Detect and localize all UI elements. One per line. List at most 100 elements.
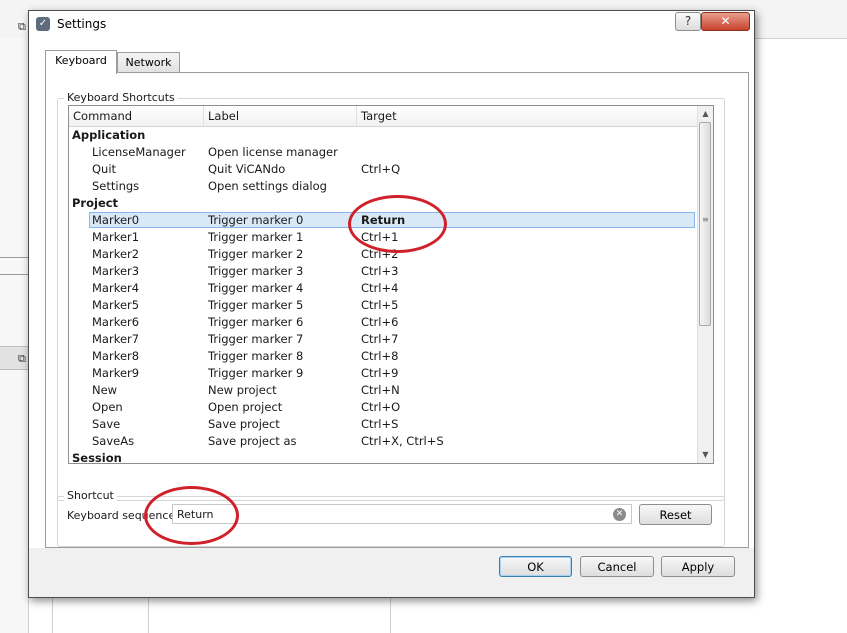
command-cell: Marker7 — [92, 332, 140, 346]
annotation-ellipse — [348, 195, 447, 253]
background-divider — [390, 596, 391, 633]
tree-rows: Application LicenseManager Open license m… — [69, 127, 697, 464]
tab-keyboard[interactable]: Keyboard — [45, 50, 117, 74]
background-divider — [0, 274, 28, 275]
apply-button[interactable]: Apply — [661, 556, 735, 577]
label-cell: Trigger marker 3 — [208, 264, 304, 278]
target-cell: Ctrl+6 — [361, 315, 399, 329]
restore-icon[interactable]: ⧉ — [18, 352, 26, 366]
background-divider — [52, 596, 53, 633]
command-cell: LicenseManager — [92, 145, 186, 159]
label-cell: Trigger marker 1 — [208, 230, 304, 244]
tree-row[interactable]: Marker8 Trigger marker 8 Ctrl+8 — [69, 348, 697, 365]
tree-row[interactable]: Marker5 Trigger marker 5 Ctrl+5 — [69, 297, 697, 314]
column-header-target[interactable]: Target — [357, 106, 697, 126]
label-cell: Trigger marker 7 — [208, 332, 304, 346]
command-cell: Marker5 — [92, 298, 140, 312]
scroll-down-arrow-icon[interactable]: ▼ — [698, 448, 713, 462]
target-cell: Ctrl+5 — [361, 298, 399, 312]
command-cell: Settings — [92, 179, 140, 193]
close-button[interactable]: ✕ — [701, 12, 750, 31]
target-cell: Ctrl+S — [361, 417, 399, 431]
group-title: Keyboard Shortcuts — [64, 91, 178, 104]
clear-icon[interactable]: ✕ — [613, 508, 626, 521]
group-name: Application — [72, 128, 146, 142]
label-cell: Trigger marker 6 — [208, 315, 304, 329]
tab-network[interactable]: Network — [117, 52, 180, 74]
dialog-body: Keyboard Network Keyboard Shortcuts Comm… — [45, 39, 749, 548]
target-cell: Ctrl+N — [361, 383, 400, 397]
command-cell: Marker4 — [92, 281, 140, 295]
reset-button[interactable]: Reset — [639, 504, 712, 525]
label-cell: Trigger marker 0 — [208, 213, 304, 227]
command-cell: Marker1 — [92, 230, 140, 244]
tree-row[interactable]: Settings Open settings dialog — [69, 178, 697, 195]
label-cell: Open license manager — [208, 145, 338, 159]
group-title: Shortcut — [64, 489, 117, 502]
cancel-button[interactable]: Cancel — [580, 556, 654, 577]
label-cell: Quit ViCANdo — [208, 162, 286, 176]
group-name: Project — [72, 196, 119, 210]
command-cell: Marker9 — [92, 366, 140, 380]
tree-row[interactable]: SaveAs Save project as Ctrl+X, Ctrl+S — [69, 433, 697, 450]
dialog-footer: OK Cancel Apply — [29, 548, 754, 597]
column-header-command[interactable]: Command — [69, 106, 204, 126]
command-cell: Open — [92, 400, 123, 414]
tree-group-row[interactable]: Session — [69, 450, 697, 464]
keyboard-sequence-input[interactable]: Return ✕ — [172, 504, 632, 524]
command-cell: Marker2 — [92, 247, 140, 261]
tree-row[interactable]: Marker3 Trigger marker 3 Ctrl+3 — [69, 263, 697, 280]
label-cell: Open settings dialog — [208, 179, 327, 193]
tree-group-row[interactable]: Application — [69, 127, 697, 144]
tree-row[interactable]: Marker9 Trigger marker 9 Ctrl+9 — [69, 365, 697, 382]
target-cell: Ctrl+4 — [361, 281, 399, 295]
command-cell: Marker6 — [92, 315, 140, 329]
command-cell: Marker8 — [92, 349, 140, 363]
label-cell: Trigger marker 4 — [208, 281, 304, 295]
ok-button[interactable]: OK — [499, 556, 572, 577]
scroll-up-arrow-icon[interactable]: ▲ — [698, 107, 713, 121]
tree-row[interactable]: Open Open project Ctrl+O — [69, 399, 697, 416]
background-panel — [0, 38, 29, 633]
tree-row[interactable]: LicenseManager Open license manager — [69, 144, 697, 161]
grip-icon: ≡ — [702, 215, 709, 224]
tree-row[interactable]: Save Save project Ctrl+S — [69, 416, 697, 433]
label-cell: Trigger marker 5 — [208, 298, 304, 312]
vertical-scrollbar[interactable]: ▲ ≡ ▼ — [697, 106, 713, 463]
command-cell: Marker0 — [92, 213, 140, 227]
group-name: Session — [72, 451, 122, 464]
restore-icon[interactable]: ⧉ — [18, 20, 26, 34]
tree-row[interactable]: Marker4 Trigger marker 4 Ctrl+4 — [69, 280, 697, 297]
target-cell: Ctrl+3 — [361, 264, 399, 278]
column-header-label[interactable]: Label — [204, 106, 357, 126]
label-cell: Open project — [208, 400, 283, 414]
settings-app-icon: ✓ — [36, 17, 50, 31]
tree-row[interactable]: Quit Quit ViCANdo Ctrl+Q — [69, 161, 697, 178]
shortcuts-tree[interactable]: Command Label Target Application License… — [68, 105, 714, 464]
tree-row[interactable]: Marker7 Trigger marker 7 Ctrl+7 — [69, 331, 697, 348]
command-cell: Save — [92, 417, 121, 431]
help-button[interactable]: ? — [675, 12, 701, 31]
label-cell: Trigger marker 9 — [208, 366, 304, 380]
target-cell: Ctrl+7 — [361, 332, 399, 346]
title-bar[interactable]: ✓ Settings ? ✕ — [29, 11, 754, 37]
scrollbar-thumb[interactable]: ≡ — [699, 122, 711, 326]
target-cell: Ctrl+O — [361, 400, 401, 414]
command-cell: Quit — [92, 162, 117, 176]
target-cell: Ctrl+9 — [361, 366, 399, 380]
settings-dialog: ✓ Settings ? ✕ Keyboard Network Keyboard… — [28, 10, 755, 598]
tree-header: Command Label Target — [69, 106, 697, 127]
label-cell: Trigger marker 8 — [208, 349, 304, 363]
command-cell: SaveAs — [92, 434, 135, 448]
label-cell: Save project — [208, 417, 280, 431]
dialog-title: Settings — [57, 17, 107, 31]
tree-row[interactable]: New New project Ctrl+N — [69, 382, 697, 399]
target-cell: Ctrl+X, Ctrl+S — [361, 434, 444, 448]
command-cell: New — [92, 383, 118, 397]
target-cell: Ctrl+8 — [361, 349, 399, 363]
tree-row[interactable]: Marker6 Trigger marker 6 Ctrl+6 — [69, 314, 697, 331]
annotation-ellipse — [144, 486, 239, 545]
background-divider — [148, 596, 149, 633]
background-divider — [0, 257, 28, 258]
label-cell: Save project as — [208, 434, 297, 448]
